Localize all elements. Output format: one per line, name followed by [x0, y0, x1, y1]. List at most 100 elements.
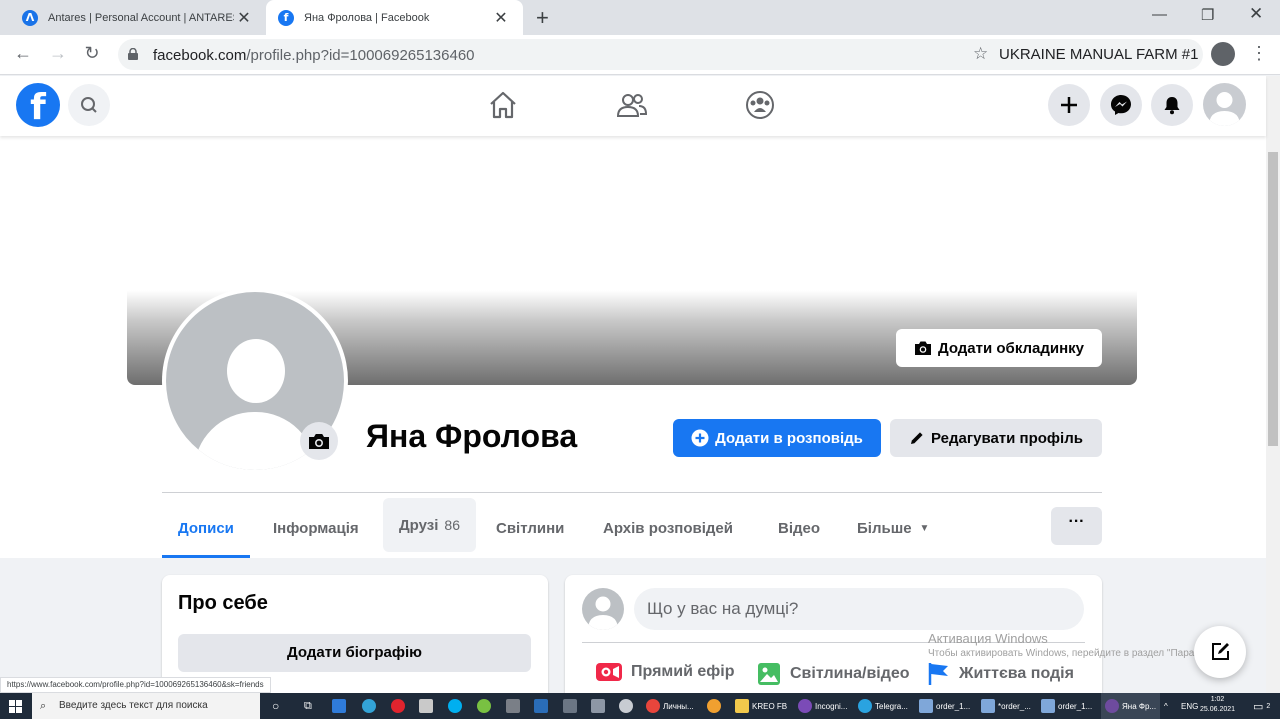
- tab-label: Інформація: [273, 519, 359, 537]
- camera-icon: [309, 434, 329, 449]
- scrollbar-thumb[interactable]: [1268, 152, 1278, 446]
- more-options-button[interactable]: ···: [1051, 507, 1102, 545]
- search-button[interactable]: [68, 84, 110, 126]
- photo-icon: [758, 663, 780, 685]
- new-message-button[interactable]: [1194, 626, 1246, 678]
- tab-friends[interactable]: Друзі 86: [383, 498, 476, 552]
- taskbar-label: Incogni...: [815, 701, 848, 711]
- add-cover-label: Додати обкладинку: [937, 339, 1085, 357]
- bookmark-star-icon[interactable]: ☆: [973, 44, 988, 64]
- facebook-logo-icon[interactable]: f: [16, 83, 60, 127]
- browser-profile-name[interactable]: UKRAINE MANUAL FARM #1: [999, 46, 1199, 63]
- photo-video-label: Світлина/відео: [790, 665, 910, 682]
- friends-icon[interactable]: [615, 88, 649, 122]
- skype-icon[interactable]: [448, 693, 462, 719]
- notifications-button[interactable]: [1151, 84, 1193, 126]
- home-icon[interactable]: [486, 88, 520, 122]
- divider: [162, 492, 1102, 493]
- browser-profile-icon[interactable]: [1211, 42, 1235, 66]
- antares-icon: Λ: [22, 9, 38, 26]
- task-view-icon[interactable]: ⧉: [304, 693, 312, 719]
- bell-icon: [1164, 97, 1180, 115]
- language-indicator[interactable]: ENG: [1181, 693, 1198, 719]
- live-video-button[interactable]: Прямий ефір: [595, 661, 734, 683]
- browser-tab-antares[interactable]: Λ Antares | Personal Account | ANTARES ✕: [0, 0, 266, 35]
- photo-video-button[interactable]: Світлина/відео: [756, 661, 910, 687]
- back-icon[interactable]: ←: [11, 43, 35, 64]
- groups-icon[interactable]: [743, 88, 777, 122]
- settings-gear-icon[interactable]: [619, 693, 633, 719]
- windows-start-icon[interactable]: [9, 700, 22, 713]
- taskbar-order-window[interactable]: order_1...: [1041, 693, 1092, 719]
- taskbar-search-input[interactable]: ⌕ Введите здесь текст для поиска: [32, 693, 260, 719]
- restore-icon[interactable]: ❐: [1201, 6, 1214, 24]
- account-avatar[interactable]: [1203, 83, 1246, 126]
- store-icon[interactable]: [419, 693, 433, 719]
- opera-icon[interactable]: [391, 693, 405, 719]
- profile-header: Додати обкладинку Яна Фролова Додати в р…: [0, 136, 1266, 558]
- add-bio-button[interactable]: Додати біографію: [178, 634, 531, 672]
- windows-activation-title: Активация Windows: [928, 631, 1048, 646]
- taskbar-facebook-window[interactable]: Яна Фр...: [1101, 693, 1161, 719]
- url-text: facebook.com/profile.php?id=100069265136…: [153, 47, 475, 64]
- create-button[interactable]: [1048, 84, 1090, 126]
- life-event-button[interactable]: Життєва подія: [927, 661, 1074, 687]
- notification-center-icon[interactable]: ▭ 2: [1253, 693, 1270, 719]
- close-icon[interactable]: ✕: [491, 8, 511, 28]
- notification-count: 2: [1266, 702, 1271, 710]
- caret-down-icon: ▼: [919, 522, 930, 534]
- search-icon: [81, 97, 97, 113]
- tray-expand-icon[interactable]: ^: [1164, 693, 1168, 719]
- url-path: /profile.php?id=100069265136460: [246, 47, 475, 64]
- page-scrollbar[interactable]: [1266, 76, 1280, 693]
- reload-icon[interactable]: ↻: [80, 43, 104, 64]
- taskbar-chrome-window[interactable]: Личны...: [646, 693, 694, 719]
- app-icon[interactable]: [506, 693, 520, 719]
- messenger-button[interactable]: [1100, 84, 1142, 126]
- whats-on-your-mind-input[interactable]: Що у вас на думці?: [634, 588, 1084, 630]
- taskbar-telegram-window[interactable]: Telegra...: [858, 693, 908, 719]
- clock-time: 1:02: [1210, 696, 1225, 703]
- utorrent-icon[interactable]: [477, 693, 491, 719]
- search-icon: ⌕: [40, 700, 47, 712]
- taskbar-incognito-window[interactable]: Incogni...: [798, 693, 847, 719]
- edit-profile-button[interactable]: Редагувати профіль: [890, 419, 1102, 457]
- forward-icon[interactable]: →: [46, 43, 70, 64]
- taskbar-app-icon[interactable]: [707, 693, 721, 719]
- add-cover-button[interactable]: Додати обкладинку: [896, 329, 1102, 367]
- menu-dots-icon[interactable]: ⋮: [1250, 43, 1268, 64]
- taskbar-label: order_1...: [936, 701, 971, 711]
- taskbar-order-window[interactable]: order_1...: [919, 693, 970, 719]
- profile-name: Яна Фролова: [366, 418, 578, 454]
- close-window-icon[interactable]: ✕: [1249, 4, 1263, 24]
- vpn-icon[interactable]: [534, 693, 548, 719]
- tab-label: Світлини: [496, 519, 565, 537]
- mail-icon[interactable]: [563, 693, 577, 719]
- tab-videos[interactable]: Відео: [762, 498, 836, 558]
- plus-icon: [1061, 97, 1077, 113]
- cortana-icon[interactable]: ○: [272, 693, 279, 719]
- taskbar-search-placeholder: Введите здесь текст для поиска: [59, 700, 208, 711]
- browser-tab-facebook[interactable]: f Яна Фролова | Facebook ✕: [266, 0, 523, 35]
- taskbar-label: Telegra...: [875, 701, 908, 711]
- vm-icon[interactable]: [591, 693, 605, 719]
- tab-posts[interactable]: Дописи: [162, 498, 250, 558]
- edge-legacy-icon[interactable]: [332, 693, 346, 719]
- system-clock[interactable]: 1:02 25.06.2021: [1200, 695, 1235, 715]
- update-photo-button[interactable]: [300, 422, 338, 460]
- tab-photos[interactable]: Світлини: [480, 498, 580, 558]
- minimize-icon[interactable]: —: [1152, 6, 1167, 23]
- taskbar-folder-window[interactable]: KREO FB: [735, 693, 787, 719]
- tab-more[interactable]: Більше ▼: [841, 498, 945, 558]
- add-to-story-button[interactable]: Додати в розповідь: [673, 419, 881, 457]
- close-icon[interactable]: ✕: [234, 8, 254, 28]
- tab-about[interactable]: Інформація: [257, 498, 375, 558]
- tab-story-archive[interactable]: Архів розповідей: [587, 498, 749, 558]
- taskbar-order-window[interactable]: *order_...: [981, 693, 1031, 719]
- address-bar[interactable]: facebook.com/profile.php?id=100069265136…: [118, 39, 1203, 70]
- tab-label: Дописи: [178, 519, 234, 537]
- edge-icon[interactable]: [362, 693, 376, 719]
- facebook-icon: f: [278, 9, 294, 26]
- new-tab-icon[interactable]: +: [536, 5, 549, 31]
- flag-icon: [928, 663, 948, 685]
